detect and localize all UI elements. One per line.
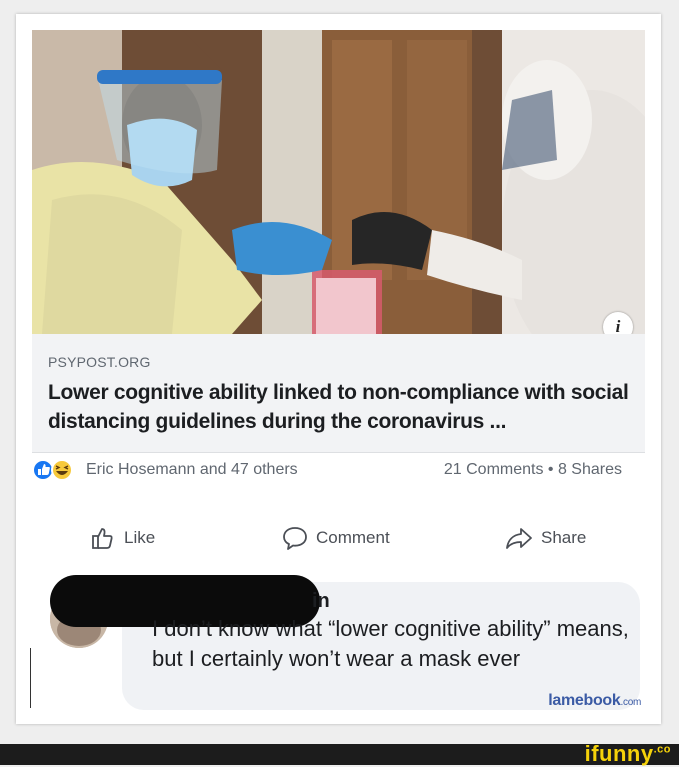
comment-bubble-icon: [283, 527, 307, 550]
reactions-row: Eric Hosemann and 47 others 21 Comments …: [32, 458, 622, 484]
reaction-icons[interactable]: [32, 458, 76, 482]
thumbs-up-icon: [92, 528, 113, 549]
reaction-names[interactable]: Eric Hosemann and 47 others: [86, 461, 298, 479]
share-button[interactable]: Share: [505, 518, 586, 558]
link-headline[interactable]: Lower cognitive ability linked to non-co…: [48, 378, 633, 436]
lamebook-watermark: lamebook.com: [548, 692, 641, 710]
comment-author-name[interactable]: in: [312, 590, 330, 613]
comment: in I don’t know what “lower cognitive ab…: [16, 570, 640, 710]
healthcare-workers-photo: [32, 30, 645, 334]
share-label: Share: [541, 528, 587, 547]
thread-line: [30, 648, 31, 708]
link-domain: PSYPOST.ORG: [48, 354, 151, 370]
ifunny-suffix: .co: [653, 743, 671, 756]
link-preview-text[interactable]: PSYPOST.ORG Lower cognitive ability link…: [32, 334, 645, 453]
comment-text: I don’t know what “lower cognitive abili…: [152, 616, 629, 671]
like-label: Like: [124, 528, 156, 547]
lamebook-name: lamebook: [548, 692, 621, 709]
haha-reaction-icon: [51, 459, 73, 481]
link-preview-image[interactable]: i: [32, 30, 645, 334]
like-reaction-icon: [32, 459, 54, 481]
comment-label: Comment: [316, 528, 390, 547]
info-icon[interactable]: i: [603, 312, 633, 334]
ifunny-footer-bar: ifunny.co: [0, 741, 679, 767]
share-arrow-icon: [506, 528, 532, 549]
post-action-bar: Like Comment Share: [32, 518, 622, 558]
comment-button[interactable]: Comment: [282, 518, 390, 558]
like-button[interactable]: Like: [90, 518, 155, 558]
ifunny-name: ifunny: [584, 741, 654, 766]
lamebook-suffix: .com: [620, 697, 642, 708]
ifunny-watermark: ifunny.co: [585, 741, 671, 767]
comments-shares-count[interactable]: 21 Comments • 8 Shares: [444, 461, 622, 479]
